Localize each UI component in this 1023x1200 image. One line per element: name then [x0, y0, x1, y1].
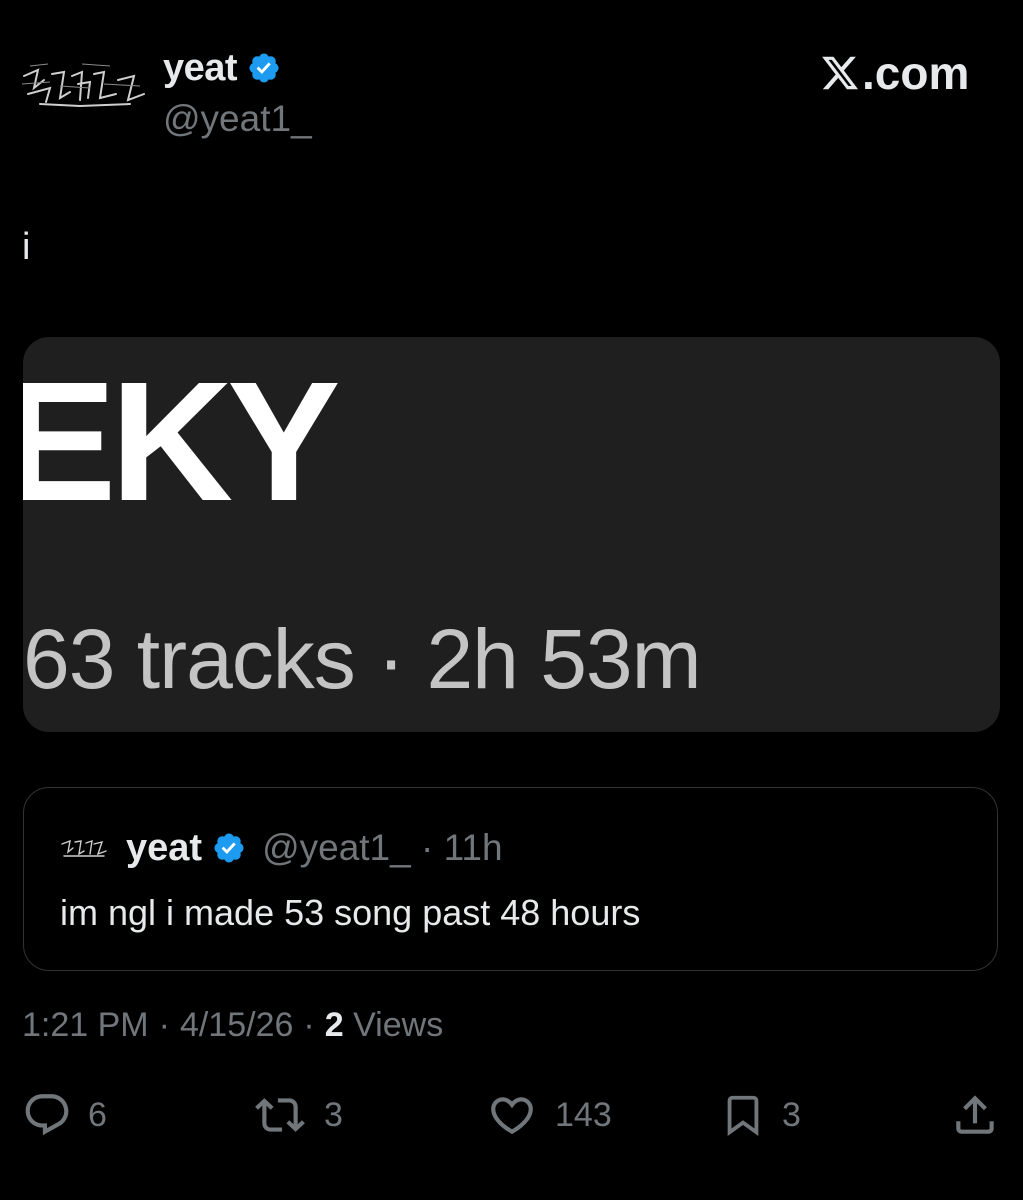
like-button[interactable]: 143: [485, 1090, 612, 1140]
bookmark-icon: [727, 1095, 759, 1136]
media-image[interactable]: EKY 63 tracks · 2h 53m: [23, 337, 1000, 732]
tweet-time[interactable]: 1:21 PM: [22, 1006, 149, 1045]
quoted-tweet-text: im ngl i made 53 song past 48 hours: [60, 892, 641, 933]
verified-badge-icon: [249, 53, 279, 83]
quoted-author-handle-time: @yeat1_ · 11h: [262, 827, 503, 868]
verified-badge-icon: [214, 833, 244, 863]
tweet-meta: 1:21 PM · 4/15/26 · 2 Views: [22, 1006, 443, 1045]
bookmark-button[interactable]: 3: [720, 1090, 801, 1140]
views-label: Views: [353, 1006, 444, 1044]
like-count: 143: [555, 1095, 612, 1134]
media-subtitle: 63 tracks · 2h 53m: [23, 612, 702, 706]
share-button[interactable]: [950, 1090, 1000, 1140]
author-handle[interactable]: @yeat1_: [163, 98, 312, 140]
repost-button[interactable]: 3: [252, 1090, 343, 1140]
bookmark-count: 3: [782, 1095, 801, 1134]
author-display-name[interactable]: yeat: [163, 47, 238, 90]
media-title: EKY: [23, 347, 341, 537]
reply-icon: [25, 1094, 69, 1136]
quoted-tweet-header: yeat @yeat1_ · 11h: [60, 826, 503, 870]
share-icon: [956, 1095, 994, 1134]
reply-count: 6: [88, 1095, 107, 1134]
x-logo-icon: [822, 56, 859, 90]
views-stat[interactable]: 2 Views: [325, 1006, 443, 1045]
quoted-author-name[interactable]: yeat: [126, 827, 202, 870]
author-name-row[interactable]: yeat: [163, 44, 281, 92]
tweet-text: i: [22, 226, 31, 268]
retweet-icon: [255, 1098, 305, 1132]
quoted-author-avatar: [61, 839, 107, 857]
profile-logo-art[interactable]: [20, 58, 148, 114]
repost-count: 3: [324, 1095, 343, 1134]
x-com-watermark: .com: [820, 46, 969, 100]
meta-separator: ·: [158, 1006, 170, 1044]
reply-button[interactable]: 6: [22, 1090, 107, 1140]
brand-text: .com: [862, 47, 970, 99]
views-count: 2: [324, 1006, 344, 1044]
like-icon: [491, 1097, 533, 1135]
tweet-date[interactable]: 4/15/26: [180, 1006, 293, 1045]
quoted-tweet[interactable]: yeat @yeat1_ · 11h im ngl i made 53 song…: [23, 787, 998, 971]
meta-separator: ·: [303, 1006, 315, 1044]
